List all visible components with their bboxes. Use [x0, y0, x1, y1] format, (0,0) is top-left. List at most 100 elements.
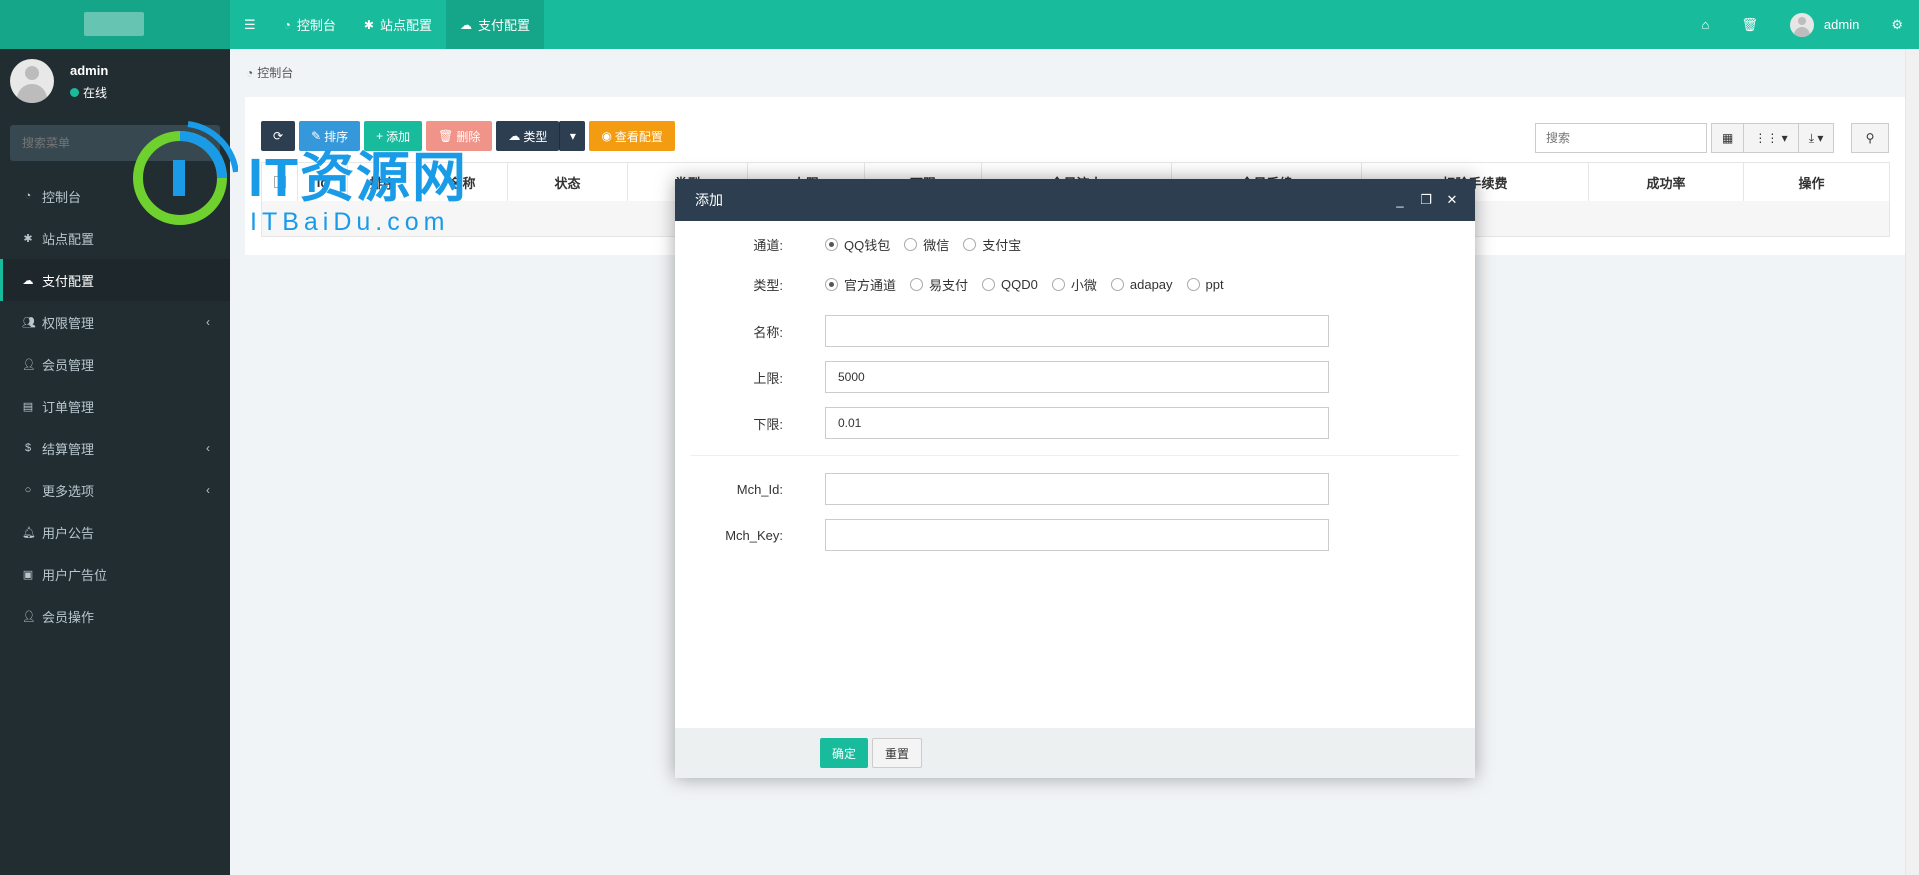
sidebar-item-permissions[interactable]: 👥︎ 权限管理 ‹ [0, 301, 230, 343]
table-icon: ▦ [1722, 131, 1734, 145]
menu-toggle-button[interactable]: ☰ [230, 0, 270, 49]
radio-official[interactable]: 官方通道 [825, 275, 896, 294]
gear-icon: ✱ [363, 17, 374, 32]
top-tab-site-config[interactable]: ✱ 站点配置 [350, 0, 446, 49]
toggle-view-button[interactable]: ▦ [1711, 123, 1745, 153]
chevron-left-icon: ‹ [206, 441, 210, 455]
radio-unchecked-icon [904, 237, 918, 251]
sidebar-item-members[interactable]: 👤︎ 会员管理 [0, 343, 230, 385]
maximize-icon[interactable]: ❐ [1413, 192, 1439, 208]
dashboard-icon: ◔ [283, 17, 291, 32]
form-row-lower: 下限: [675, 407, 1475, 439]
radio-qq-wallet[interactable]: QQ钱包 [825, 235, 890, 254]
column-header[interactable]: 状态 [508, 163, 628, 201]
channel-radio-group: QQ钱包 微信 支付宝 [825, 235, 1035, 254]
home-icon: ⌂ [1701, 17, 1710, 32]
archive-icon: ▣ [22, 568, 34, 581]
type-dropdown-toggle[interactable]: ▾ [559, 121, 586, 151]
column-header: 操作 [1798, 175, 1825, 191]
confirm-button[interactable]: 确定 [820, 738, 869, 768]
table-search-input[interactable] [1535, 123, 1707, 153]
user-icon: 👤︎ [22, 610, 36, 623]
watermark-subtitle: ITBaiDu.com [250, 208, 450, 236]
add-dialog: 添加 _ ❐ ✕ 通道: QQ钱包 微信 支付宝 类型: 官方通道 易支付 QQ… [675, 179, 1475, 778]
sidebar-item-settlement[interactable]: $ 结算管理 ‹ [0, 427, 230, 469]
top-tab-dashboard[interactable]: ◔ 控制台 [270, 0, 350, 49]
minimize-icon[interactable]: _ [1387, 193, 1413, 208]
sidebar-menu: ◔ 控制台 ✱ 站点配置 ☁ 支付配置 👥︎ 权限管理 ‹ 👤︎ 会员管理 ▤ … [0, 175, 230, 637]
radio-unchecked-icon [1051, 277, 1065, 291]
sidebar-item-orders[interactable]: ▤ 订单管理 [0, 385, 230, 427]
radio-epay[interactable]: 易支付 [910, 275, 968, 294]
radio-qqd0[interactable]: QQD0 [982, 277, 1038, 292]
breadcrumb-link[interactable]: 控制台 [257, 64, 293, 81]
dialog-footer: 确定 重置 [675, 728, 1475, 778]
sidebar-item-announcements[interactable]: 🔔︎ 用户公告 [0, 511, 230, 553]
common-search-button[interactable]: ⚲ [1851, 123, 1889, 153]
dialog-header[interactable]: 添加 _ ❐ ✕ [675, 179, 1475, 221]
name-field[interactable] [825, 315, 1329, 347]
search-icon: ⚲ [1865, 131, 1875, 145]
upper-limit-field[interactable] [825, 361, 1329, 393]
radio-ppt[interactable]: ppt [1186, 277, 1224, 292]
watermark-title: IT资源网 [248, 148, 468, 208]
sidebar-item-payment-config[interactable]: ☁ 支付配置 [0, 259, 230, 301]
form-row-mch-key: Mch_Key: [675, 519, 1475, 551]
dialog-controls: _ ❐ ✕ [1387, 179, 1465, 221]
settings-button[interactable]: ⚙ [1875, 0, 1919, 49]
breadcrumb: ◔ 控制台 [246, 64, 293, 81]
radio-checked-icon [825, 277, 838, 291]
watermark-logo-icon [133, 121, 238, 225]
mch-id-field[interactable] [825, 473, 1329, 505]
chevron-left-icon: ‹ [206, 483, 210, 497]
user-panel: admin 在线 [0, 49, 230, 117]
name-label: 名称: [753, 324, 783, 340]
eye-icon: ◉ [601, 129, 612, 143]
upper-label: 上限: [753, 370, 783, 386]
briefcase-icon: ▤ [22, 400, 34, 413]
user-status: 在线 [70, 84, 107, 101]
sidebar-item-ad-slots[interactable]: ▣ 用户广告位 [0, 553, 230, 595]
export-button[interactable]: ⤓ ▾ [1797, 123, 1835, 153]
channel-label: 通道: [753, 237, 783, 253]
home-button[interactable]: ⌂ [1686, 0, 1726, 49]
clear-cache-button[interactable]: 🗑︎ [1725, 0, 1774, 49]
circle-icon: ○ [24, 484, 32, 496]
reset-button[interactable]: 重置 [872, 738, 923, 768]
username: admin [1823, 17, 1860, 32]
form-row-mch-id: Mch_Id: [675, 473, 1475, 505]
export-icon: ⤓ ▾ [1808, 130, 1824, 145]
top-tab-payment-config[interactable]: ☁ 支付配置 [446, 0, 545, 49]
form-row-channel: 通道: QQ钱包 微信 支付宝 [675, 231, 1475, 257]
mch-key-label: Mch_Key: [725, 527, 783, 543]
lower-limit-field[interactable] [825, 407, 1329, 439]
top-nav: ☰ ◔ 控制台 ✱ 站点配置 ☁ 支付配置 [230, 0, 545, 49]
logo-area[interactable] [0, 0, 230, 49]
radio-alipay[interactable]: 支付宝 [963, 235, 1021, 254]
sidebar-item-more-options[interactable]: ○ 更多选项 ‹ [0, 469, 230, 511]
type-button[interactable]: ☁ 类型 [496, 121, 560, 151]
logo [84, 12, 144, 36]
radio-wechat[interactable]: 微信 [904, 235, 949, 254]
view-config-button[interactable]: ◉ 查看配置 [589, 121, 675, 151]
mch-key-field[interactable] [825, 519, 1329, 551]
sidebar-item-member-ops[interactable]: 👤︎ 会员操作 [0, 595, 230, 637]
cloud-icon: ☁ [508, 129, 521, 143]
columns-button[interactable]: ⋮⋮ ▾ [1743, 123, 1799, 153]
cogs-icon: ⚙ [1891, 16, 1903, 32]
page-scrollbar[interactable] [1905, 49, 1919, 875]
radio-unchecked-icon [963, 237, 977, 251]
dollar-icon: $ [24, 442, 32, 454]
radio-xiaowei[interactable]: 小微 [1051, 275, 1097, 294]
radio-adapay[interactable]: adapay [1110, 277, 1173, 292]
user-menu[interactable]: admin [1774, 0, 1875, 49]
users-icon: 👥︎ [22, 316, 36, 329]
dashboard-icon: ◔ [246, 65, 254, 80]
close-icon[interactable]: ✕ [1439, 192, 1465, 208]
column-header[interactable]: 成功率 [1589, 163, 1744, 201]
bell-icon: 🔔︎ [22, 526, 36, 539]
sidebar-username: admin [70, 63, 109, 78]
caret-down-icon: ▾ [569, 129, 576, 143]
top-header: ☰ ◔ 控制台 ✱ 站点配置 ☁ 支付配置 ⌂ 🗑︎ admin ⚙ [0, 0, 1919, 49]
chevron-left-icon: ‹ [206, 315, 210, 329]
